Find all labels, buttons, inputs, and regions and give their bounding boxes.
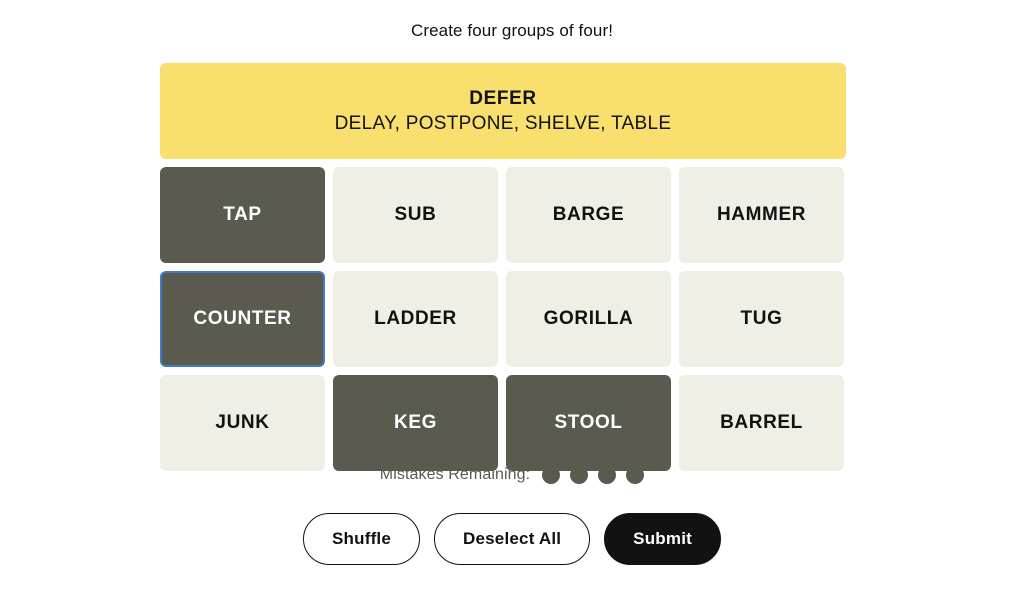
mistakes-remaining: Mistakes Remaining: [0, 466, 1024, 484]
tile-grid: TAP SUB BARGE HAMMER COUNTER LADDER GORILLA TUG… [160, 167, 846, 471]
connections-game: Create four groups of four! DEFER DELAY, … [0, 0, 1024, 595]
word-tile[interactable]: TUG [679, 271, 844, 367]
shuffle-button[interactable]: Shuffle [303, 513, 421, 565]
word-tile[interactable]: LADDER [333, 271, 498, 367]
deselect-all-button[interactable]: Deselect All [434, 513, 591, 565]
solved-group-members: DELAY, POSTPONE, SHELVE, TABLE [334, 112, 672, 134]
word-tile[interactable]: JUNK [160, 375, 325, 471]
word-tile[interactable]: TAP [160, 167, 325, 263]
word-tile[interactable]: HAMMER [679, 167, 844, 263]
mistake-dot [542, 466, 561, 484]
word-tile[interactable]: BARGE [506, 167, 671, 263]
solved-groups-container: DEFER DELAY, POSTPONE, SHELVE, TABLE [160, 63, 846, 159]
mistakes-remaining-label: Mistakes Remaining: [379, 466, 531, 483]
mistake-dots [542, 466, 645, 484]
word-tile[interactable]: SUB [333, 167, 498, 263]
game-board: DEFER DELAY, POSTPONE, SHELVE, TABLE TAP S… [160, 63, 846, 471]
word-tile[interactable]: COUNTER [160, 271, 325, 367]
submit-button[interactable]: Submit [604, 513, 721, 565]
word-tile[interactable]: KEG [333, 375, 498, 471]
page-title: Create four groups of four! [410, 21, 614, 40]
solved-group-title: DEFER [469, 87, 537, 109]
mistake-dot [626, 466, 645, 484]
mistake-dot [570, 466, 589, 484]
action-buttons: Shuffle Deselect All Submit [0, 513, 1024, 565]
word-tile[interactable]: STOOL [506, 375, 671, 471]
word-tile[interactable]: BARREL [679, 375, 844, 471]
mistake-dot [598, 466, 617, 484]
solved-group-row: DEFER DELAY, POSTPONE, SHELVE, TABLE [160, 63, 846, 159]
word-tile[interactable]: GORILLA [506, 271, 671, 367]
